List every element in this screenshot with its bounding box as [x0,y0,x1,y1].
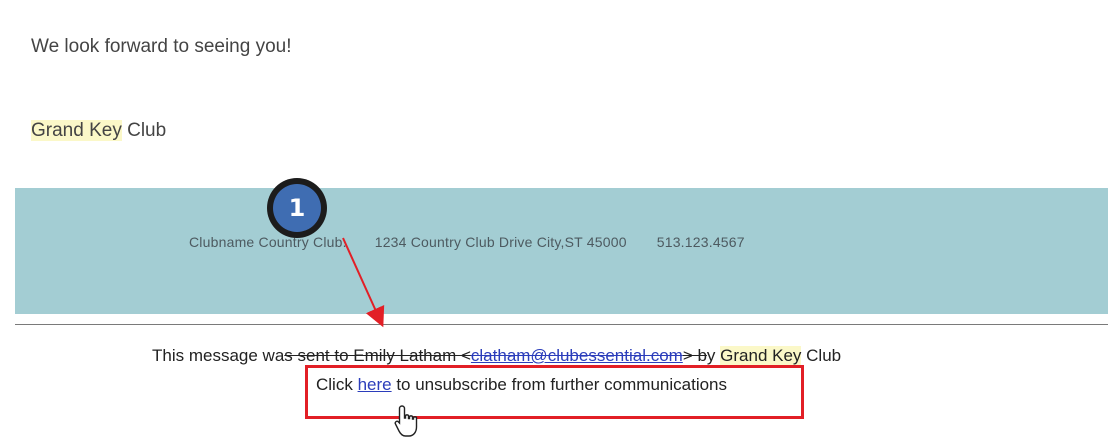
step-badge: 1 [267,178,327,238]
step-number: 1 [273,184,321,232]
annotation-arrow [342,237,385,328]
hand-pointer-icon [394,405,418,437]
arrow-line [342,237,385,328]
